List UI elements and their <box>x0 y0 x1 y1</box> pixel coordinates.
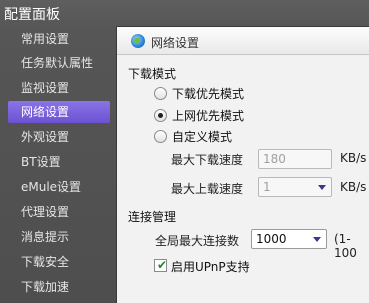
chevron-down-icon <box>313 237 321 242</box>
radio-download-priority[interactable] <box>154 87 167 100</box>
max-connections-range: (1-100 <box>334 232 357 260</box>
sidebar-item-proxy[interactable]: 代理设置 <box>8 201 110 223</box>
sidebar-item-task-defaults[interactable]: 任务默认属性 <box>8 52 110 74</box>
max-upload-unit: KB/s <box>340 180 367 194</box>
max-connections-label: 全局最大连接数 <box>155 234 240 248</box>
sidebar-item-network[interactable]: 网络设置 <box>8 101 110 123</box>
option-custom-mode-label: 自定义模式 <box>172 130 233 144</box>
radio-browse-priority[interactable] <box>154 109 167 122</box>
max-upload-select[interactable]: 1 <box>258 177 332 197</box>
download-mode-heading: 下载模式 <box>128 67 177 81</box>
option-browse-priority-label: 上网优先模式 <box>172 109 245 123</box>
radio-custom-mode[interactable] <box>154 130 167 143</box>
max-download-input[interactable]: 180 <box>258 149 332 169</box>
max-download-unit: KB/s <box>340 151 367 165</box>
max-connections-value: 1000 <box>256 232 287 246</box>
window-title: 配置面板 <box>4 7 60 23</box>
network-settings-panel: 网络设置 下载模式 下载优先模式 上网优先模式 自定义模式 最大下载速度 180… <box>116 26 369 303</box>
check-icon: ✔ <box>157 258 168 272</box>
sidebar-item-emule[interactable]: eMule设置 <box>8 176 110 198</box>
sidebar-item-notifications[interactable]: 消息提示 <box>8 226 110 248</box>
sidebar-item-bt[interactable]: BT设置 <box>8 151 110 173</box>
max-connections-select[interactable]: 1000 <box>251 229 327 249</box>
sidebar-item-download-security[interactable]: 下载安全 <box>8 251 110 273</box>
upnp-label: 启用UPnP支持 <box>171 260 250 274</box>
sidebar-item-general[interactable]: 常用设置 <box>8 28 110 50</box>
max-download-label: 最大下载速度 <box>171 153 244 167</box>
chevron-down-icon <box>318 185 326 190</box>
config-window: 配置面板 常用设置 任务默认属性 监视设置 网络设置 外观设置 BT设置 eMu… <box>0 0 369 303</box>
upnp-checkbox[interactable]: ✔ <box>154 258 168 272</box>
option-download-priority-label: 下载优先模式 <box>172 87 245 101</box>
connection-heading: 连接管理 <box>128 210 177 224</box>
globe-icon <box>131 34 145 48</box>
sidebar-item-appearance[interactable]: 外观设置 <box>8 126 110 148</box>
sidebar-item-download-acceleration[interactable]: 下载加速 <box>8 276 110 298</box>
sidebar-item-monitor[interactable]: 监视设置 <box>8 77 110 99</box>
panel-title: 网络设置 <box>151 36 200 50</box>
panel-header: 网络设置 <box>117 27 369 55</box>
max-upload-label: 最大上载速度 <box>171 182 244 196</box>
max-upload-value: 1 <box>263 180 271 194</box>
